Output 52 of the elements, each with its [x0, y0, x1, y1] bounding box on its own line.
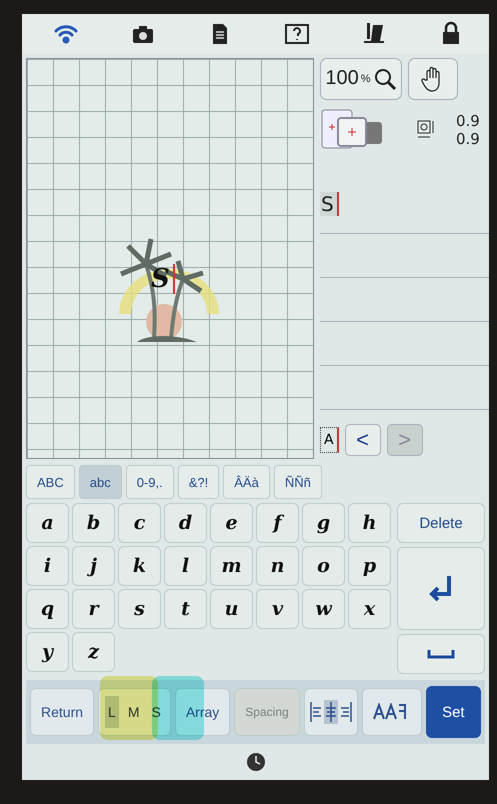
- size-reading: 0.9: [456, 130, 480, 148]
- letter-key[interactable]: w: [302, 589, 345, 629]
- magnifier-icon: [372, 66, 397, 91]
- zoom-button[interactable]: 100%: [320, 58, 402, 100]
- space-icon: [427, 649, 455, 659]
- character-set-tab[interactable]: abc: [78, 465, 122, 499]
- letter-key[interactable]: g: [302, 503, 345, 543]
- letter-key[interactable]: v: [256, 589, 299, 629]
- hand-button[interactable]: [408, 58, 458, 100]
- letter-key[interactable]: t: [164, 589, 207, 629]
- letter-key[interactable]: y: [26, 632, 69, 672]
- arrow-button[interactable]: <: [344, 424, 381, 456]
- letter-key[interactable]: f: [256, 503, 299, 543]
- character-set-tab[interactable]: ÂÄà: [223, 465, 270, 499]
- letter-key[interactable]: i: [26, 546, 69, 586]
- letter-key[interactable]: u: [210, 589, 253, 629]
- alignment-icon: [308, 700, 353, 724]
- letter-key[interactable]: b: [72, 503, 115, 543]
- letter-key[interactable]: x: [348, 589, 391, 629]
- size-reading: 0.9: [456, 112, 480, 130]
- letter-key[interactable]: z: [72, 632, 115, 672]
- letter-key[interactable]: j: [72, 546, 115, 586]
- letter-key[interactable]: d: [164, 503, 207, 543]
- letter-key[interactable]: c: [118, 503, 161, 543]
- toolbar-button[interactable]: Return: [30, 688, 94, 736]
- text-line[interactable]: S: [320, 190, 489, 234]
- letter-key[interactable]: o: [302, 546, 345, 586]
- letter-key[interactable]: p: [348, 546, 391, 586]
- text-cursor: [336, 192, 339, 216]
- delete-button[interactable]: Delete: [397, 503, 485, 543]
- character-set-tab[interactable]: ÑÑñ: [274, 465, 322, 499]
- character-set-tab[interactable]: ABC: [26, 465, 75, 499]
- character-set-tab[interactable]: 0-9,.: [126, 465, 174, 499]
- letter-key[interactable]: k: [118, 546, 161, 586]
- letter-key[interactable]: m: [210, 546, 253, 586]
- enter-button[interactable]: [397, 547, 485, 630]
- letter-key[interactable]: n: [256, 546, 299, 586]
- alignment-button[interactable]: [304, 688, 358, 736]
- current-character: A: [320, 426, 339, 453]
- space-button[interactable]: [397, 634, 485, 674]
- character-set-tab[interactable]: &?!: [178, 465, 220, 499]
- clock-icon[interactable]: [246, 752, 266, 772]
- letter-key[interactable]: r: [72, 589, 115, 629]
- letter-key[interactable]: a: [26, 503, 69, 543]
- letter-key[interactable]: h: [348, 503, 391, 543]
- letter-key[interactable]: l: [164, 546, 207, 586]
- letter-key[interactable]: e: [210, 503, 253, 543]
- letter-key[interactable]: q: [26, 589, 69, 629]
- set-button[interactable]: Set: [426, 686, 481, 738]
- letter-key[interactable]: s: [118, 589, 161, 629]
- line-text[interactable]: S: [320, 192, 337, 216]
- font-style-button[interactable]: [362, 688, 422, 736]
